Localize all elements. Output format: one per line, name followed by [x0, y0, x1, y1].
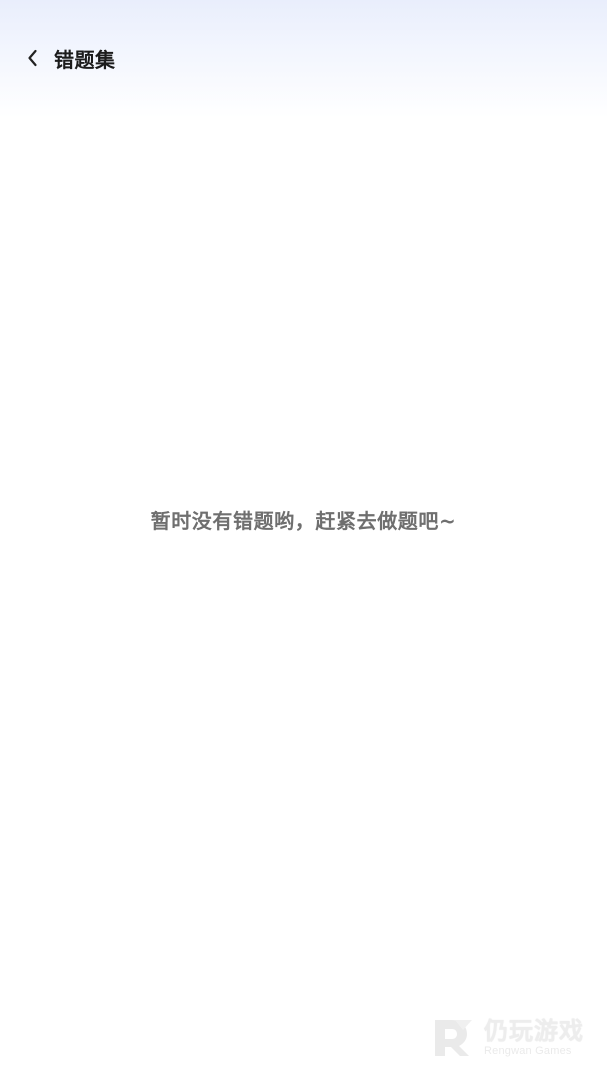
- brand-logo-icon: [435, 1020, 472, 1056]
- page-title: 错题集: [54, 47, 116, 72]
- brand-text-group: 仍玩游戏 Rengwan Games: [484, 1018, 584, 1058]
- wrong-questions-page: 错题集 暂时没有错题哟，赶紧去做题吧~ 仍玩游戏 Rengwan Games: [0, 0, 607, 1080]
- chevron-left-icon: [28, 49, 37, 67]
- empty-state: 暂时没有错题哟，赶紧去做题吧~: [0, 505, 607, 534]
- top-navigation-bar: 错题集: [0, 34, 607, 82]
- back-button[interactable]: [18, 42, 46, 74]
- empty-state-message: 暂时没有错题哟，赶紧去做题吧~: [150, 509, 457, 533]
- brand-name-chinese: 仍玩游戏: [484, 1017, 584, 1045]
- brand-name-english: Rengwan Games: [484, 1045, 572, 1057]
- brand-watermark: 仍玩游戏 Rengwan Games: [430, 1014, 590, 1062]
